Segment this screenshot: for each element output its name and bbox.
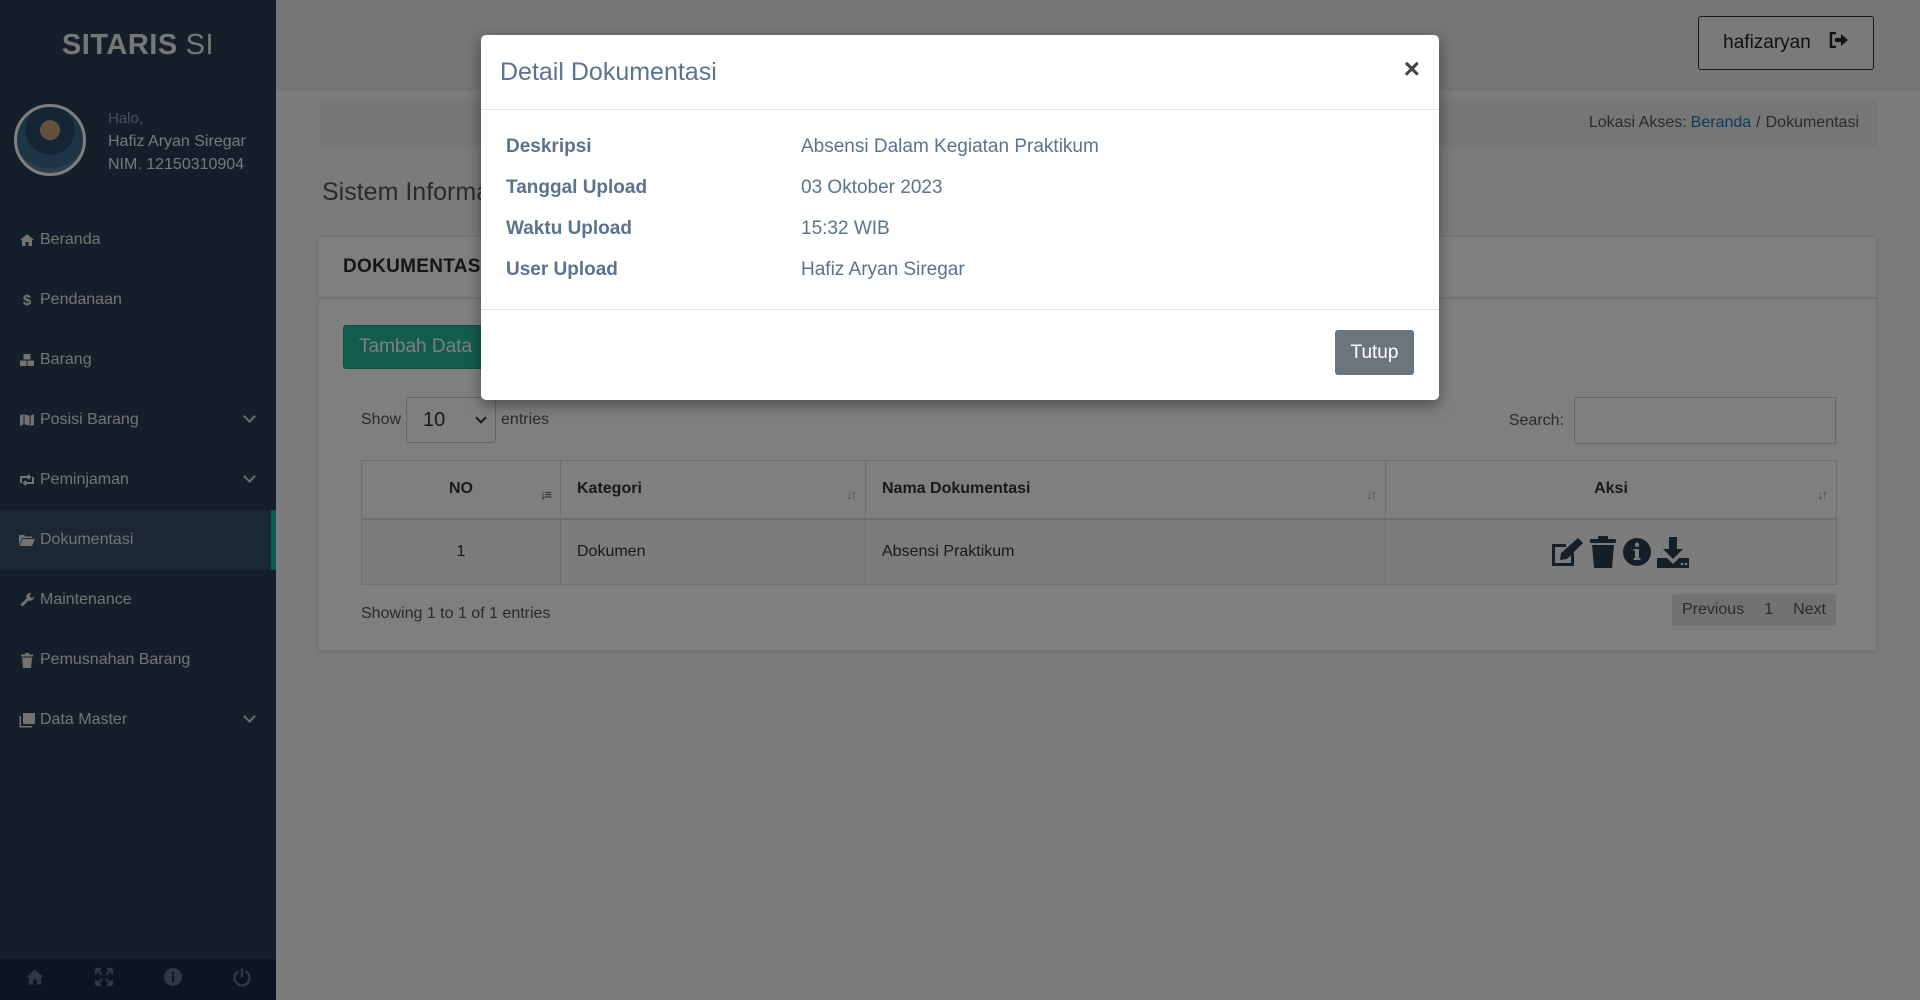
modal-footer: Tutup — [481, 310, 1439, 399]
detail-row-tanggal-upload: Tanggal Upload 03 Oktober 2023 — [481, 167, 1439, 208]
detail-row-user-upload: User Upload Hafiz Aryan Siregar — [481, 249, 1439, 290]
detail-row-deskripsi: Deskripsi Absensi Dalam Kegiatan Praktik… — [481, 126, 1439, 167]
modal-header: Detail Dokumentasi × — [481, 35, 1439, 110]
detail-modal: Detail Dokumentasi × Deskripsi Absensi D… — [481, 35, 1439, 400]
detail-label: User Upload — [506, 258, 618, 280]
close-icon[interactable]: × — [1404, 55, 1420, 83]
detail-value: Absensi Dalam Kegiatan Praktikum — [801, 135, 1099, 157]
detail-value: 15:32 WIB — [801, 217, 890, 239]
tutup-button[interactable]: Tutup — [1335, 330, 1414, 375]
detail-label: Waktu Upload — [506, 217, 632, 239]
detail-value: 03 Oktober 2023 — [801, 176, 943, 198]
detail-row-waktu-upload: Waktu Upload 15:32 WIB — [481, 208, 1439, 249]
modal-title: Detail Dokumentasi — [500, 57, 717, 86]
detail-label: Deskripsi — [506, 135, 592, 157]
detail-label: Tanggal Upload — [506, 176, 648, 198]
modal-body: Deskripsi Absensi Dalam Kegiatan Praktik… — [481, 110, 1439, 310]
detail-value: Hafiz Aryan Siregar — [801, 258, 965, 280]
